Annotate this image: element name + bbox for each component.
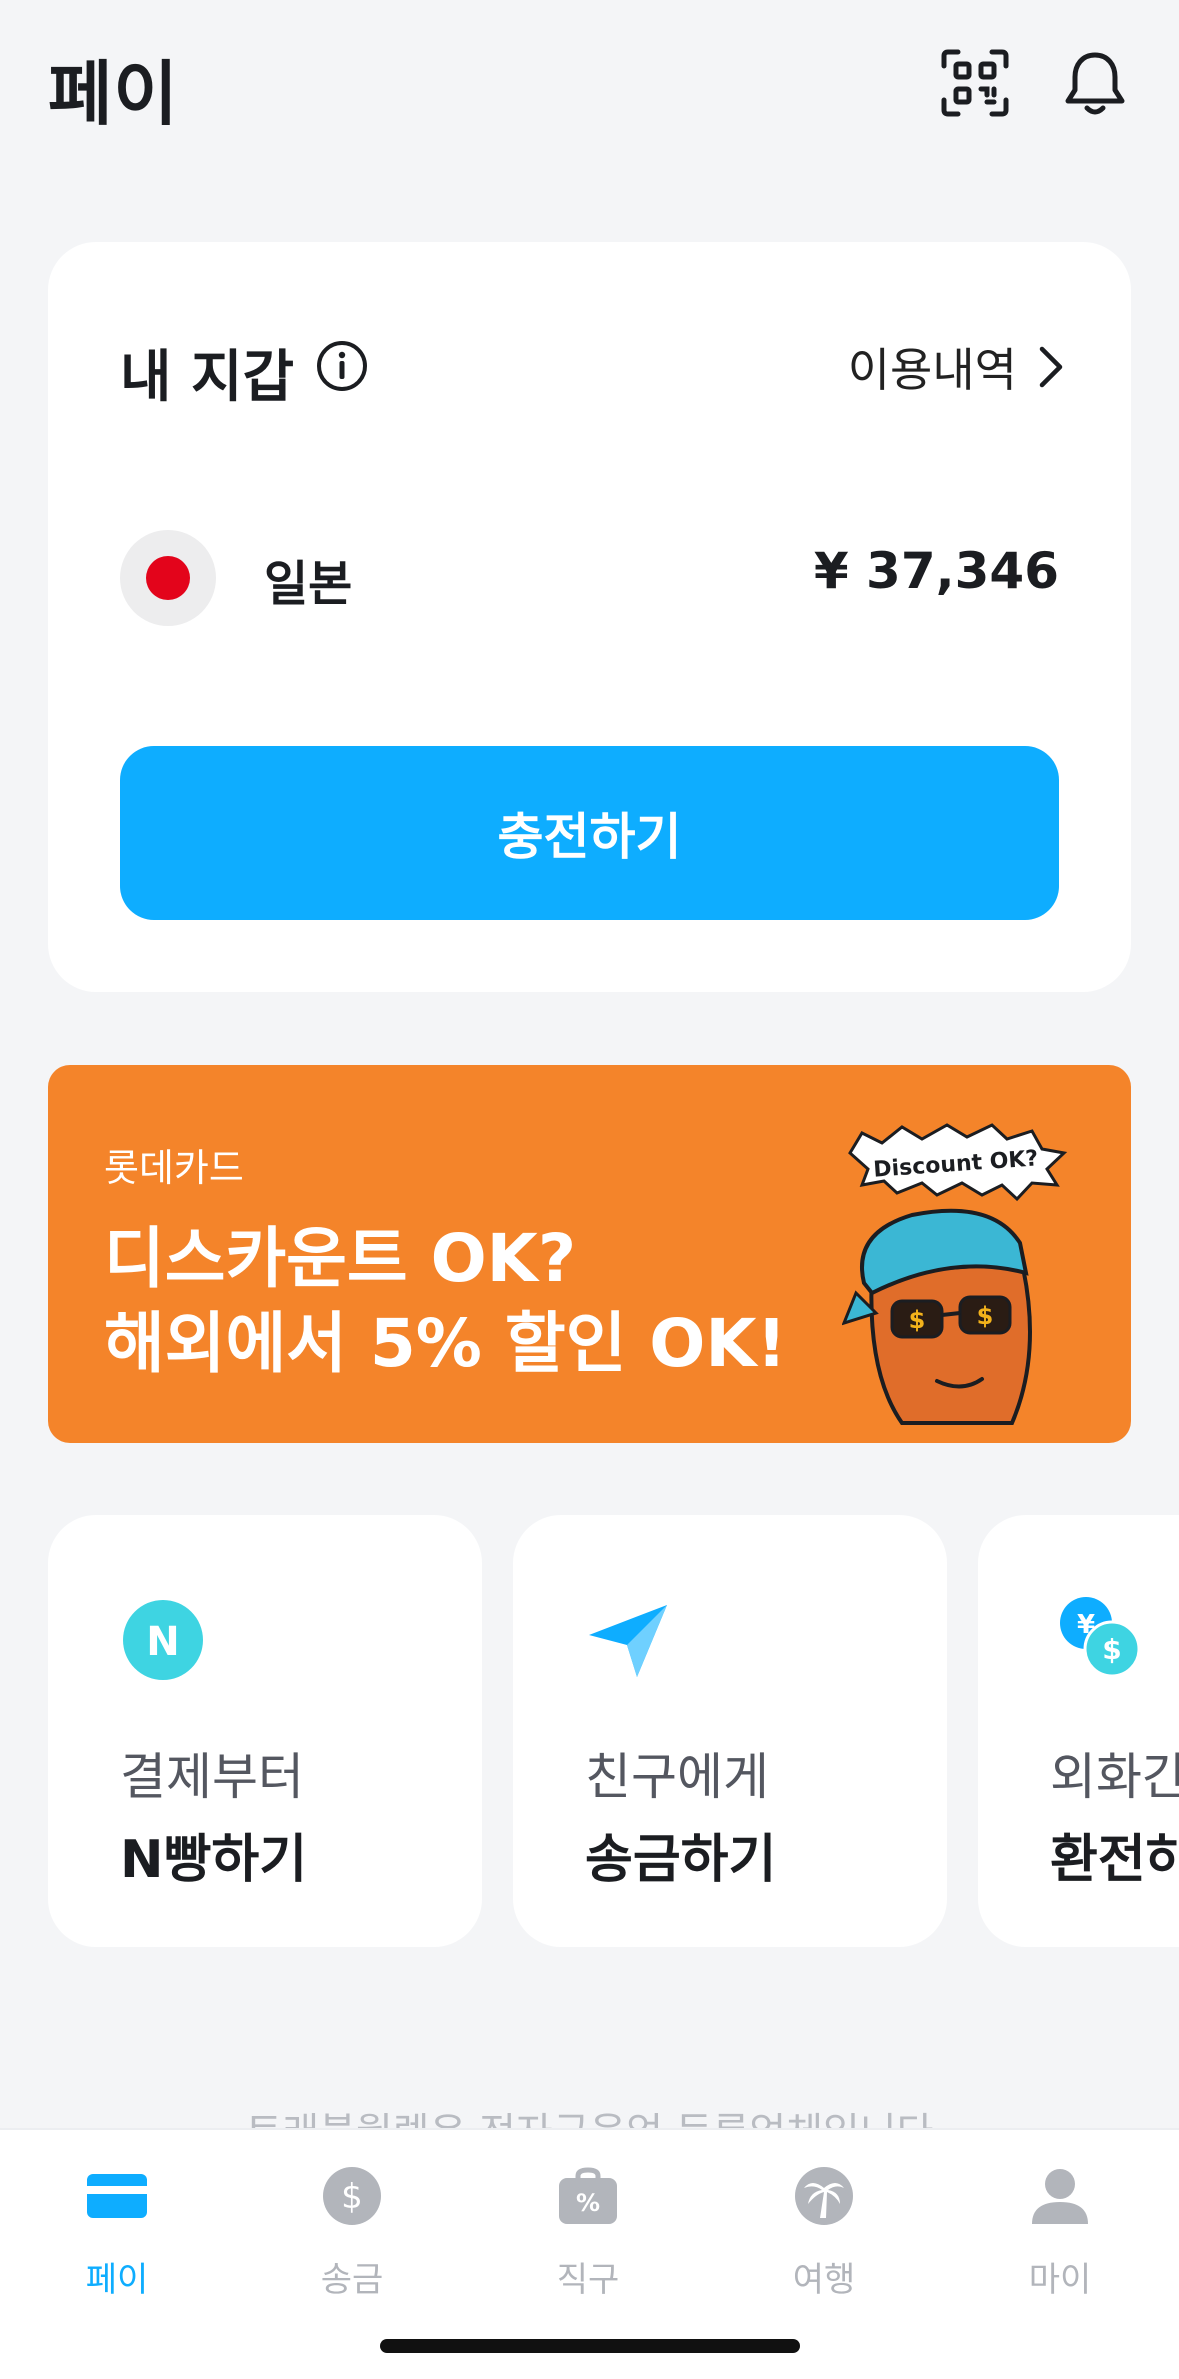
nav-label: 마이 xyxy=(1028,2260,1092,2300)
nav-send[interactable]: $ 송금 xyxy=(272,2152,432,2302)
nav-shop[interactable]: % 직구 xyxy=(508,2152,668,2302)
pay-screen: 페이 내 지갑 이용내역 일본 ¥ 37,346 충전하기 롯데카드 디스카운트… xyxy=(0,0,1179,2379)
header: 페이 xyxy=(0,0,1179,170)
quick-action-sub: 결제부터 xyxy=(120,1748,304,1806)
dollar-icon: $ xyxy=(323,2167,381,2225)
quick-action-title: 송금하기 xyxy=(585,1830,777,1890)
svg-text:%: % xyxy=(576,2189,600,2217)
svg-text:$: $ xyxy=(1102,1633,1121,1666)
nav-label: 페이 xyxy=(85,2260,149,2300)
mascot-illustration: Discount OK? $ $ xyxy=(842,1123,1068,1425)
wallet-card: 내 지갑 이용내역 일본 ¥ 37,346 충전하기 xyxy=(48,242,1131,992)
person-icon xyxy=(1032,2169,1088,2224)
svg-text:N: N xyxy=(146,1619,179,1665)
nav-label: 송금 xyxy=(320,2260,384,2300)
currency-exchange-icon: ¥ $ xyxy=(1060,1597,1141,1678)
paper-plane-icon xyxy=(589,1605,667,1677)
nav-label: 여행 xyxy=(792,2260,856,2300)
promo-banner[interactable]: 롯데카드 디스카운트 OK? 해외에서 5% 할인 OK! Discount O… xyxy=(48,1065,1131,1443)
home-indicator xyxy=(380,2339,800,2353)
shopping-bag-icon: % xyxy=(559,2167,617,2224)
quick-action-split[interactable]: N 결제부터 N빵하기 xyxy=(48,1515,482,1947)
japan-flag-icon xyxy=(120,530,216,626)
quick-action-exchange[interactable]: ¥ $ 외화간 환전하 xyxy=(978,1515,1179,1947)
quick-action-sub: 친구에게 xyxy=(585,1748,769,1806)
svg-text:$: $ xyxy=(977,1302,994,1330)
card-icon xyxy=(87,2174,147,2218)
quick-action-title: N빵하기 xyxy=(120,1830,308,1890)
qr-scan-icon[interactable] xyxy=(940,48,1010,118)
info-icon[interactable] xyxy=(314,338,370,394)
history-link[interactable]: 이용내역 xyxy=(848,334,1065,400)
nav-pay[interactable]: 페이 xyxy=(37,2152,197,2302)
balance-amount: ¥ 37,346 xyxy=(813,542,1059,600)
page-title: 페이 xyxy=(48,53,179,135)
charge-button[interactable]: 충전하기 xyxy=(120,746,1059,920)
currency-country: 일본 xyxy=(264,556,353,612)
n-split-icon: N xyxy=(123,1600,203,1680)
quick-action-sub: 외화간 xyxy=(1050,1748,1179,1806)
nav-label: 직구 xyxy=(556,2260,620,2300)
history-label: 이용내역 xyxy=(847,343,1017,397)
chevron-right-icon xyxy=(1039,346,1063,388)
quick-action-send[interactable]: 친구에게 송금하기 xyxy=(513,1515,947,1947)
svg-text:$: $ xyxy=(909,1306,926,1334)
nav-my[interactable]: 마이 xyxy=(980,2152,1140,2302)
quick-action-title: 환전하 xyxy=(1050,1830,1179,1890)
banner-headline-2: 해외에서 5% 할인 OK! xyxy=(104,1305,787,1382)
banner-brand: 롯데카드 xyxy=(104,1146,244,1190)
palm-tree-icon xyxy=(795,2167,853,2225)
svg-text:$: $ xyxy=(341,2177,363,2217)
nav-travel[interactable]: 여행 xyxy=(744,2152,904,2302)
bell-icon[interactable] xyxy=(1060,48,1130,118)
banner-headline-1: 디스카운트 OK? xyxy=(104,1220,577,1297)
wallet-title: 내 지갑 xyxy=(120,345,295,410)
